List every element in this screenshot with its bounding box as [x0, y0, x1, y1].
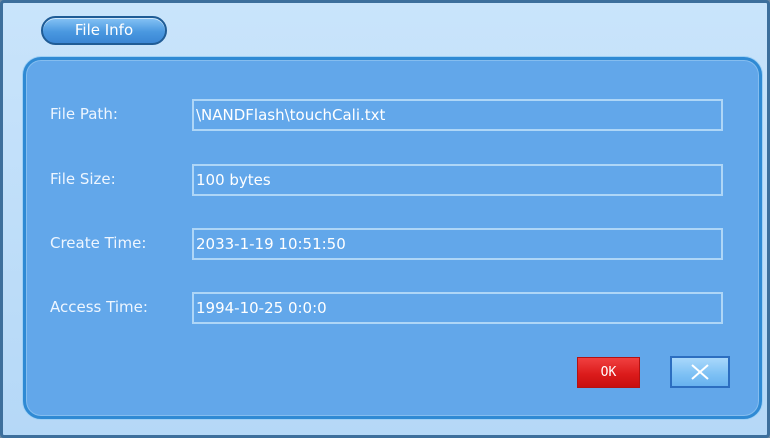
close-button[interactable] — [670, 356, 730, 388]
dialog-title: File Info — [41, 16, 167, 45]
close-icon — [691, 364, 709, 380]
file-path-field[interactable]: \NANDFlash\touchCali.txt — [192, 99, 723, 131]
file-path-label: File Path: — [50, 105, 118, 123]
file-size-label: File Size: — [50, 170, 116, 188]
create-time-label: Create Time: — [50, 234, 147, 252]
file-info-panel: File Path: \NANDFlash\touchCali.txt File… — [23, 57, 762, 419]
file-size-row: File Size: 100 bytes — [26, 164, 759, 196]
file-size-field[interactable]: 100 bytes — [192, 164, 723, 196]
file-info-dialog: File Info File Path: \NANDFlash\touchCal… — [0, 0, 770, 438]
access-time-field[interactable]: 1994-10-25 0:0:0 — [192, 292, 723, 324]
ok-button[interactable]: OK — [577, 357, 640, 388]
create-time-row: Create Time: 2033-1-19 10:51:50 — [26, 228, 759, 260]
file-path-row: File Path: \NANDFlash\touchCali.txt — [26, 99, 759, 131]
access-time-row: Access Time: 1994-10-25 0:0:0 — [26, 292, 759, 324]
access-time-label: Access Time: — [50, 298, 148, 316]
create-time-field[interactable]: 2033-1-19 10:51:50 — [192, 228, 723, 260]
